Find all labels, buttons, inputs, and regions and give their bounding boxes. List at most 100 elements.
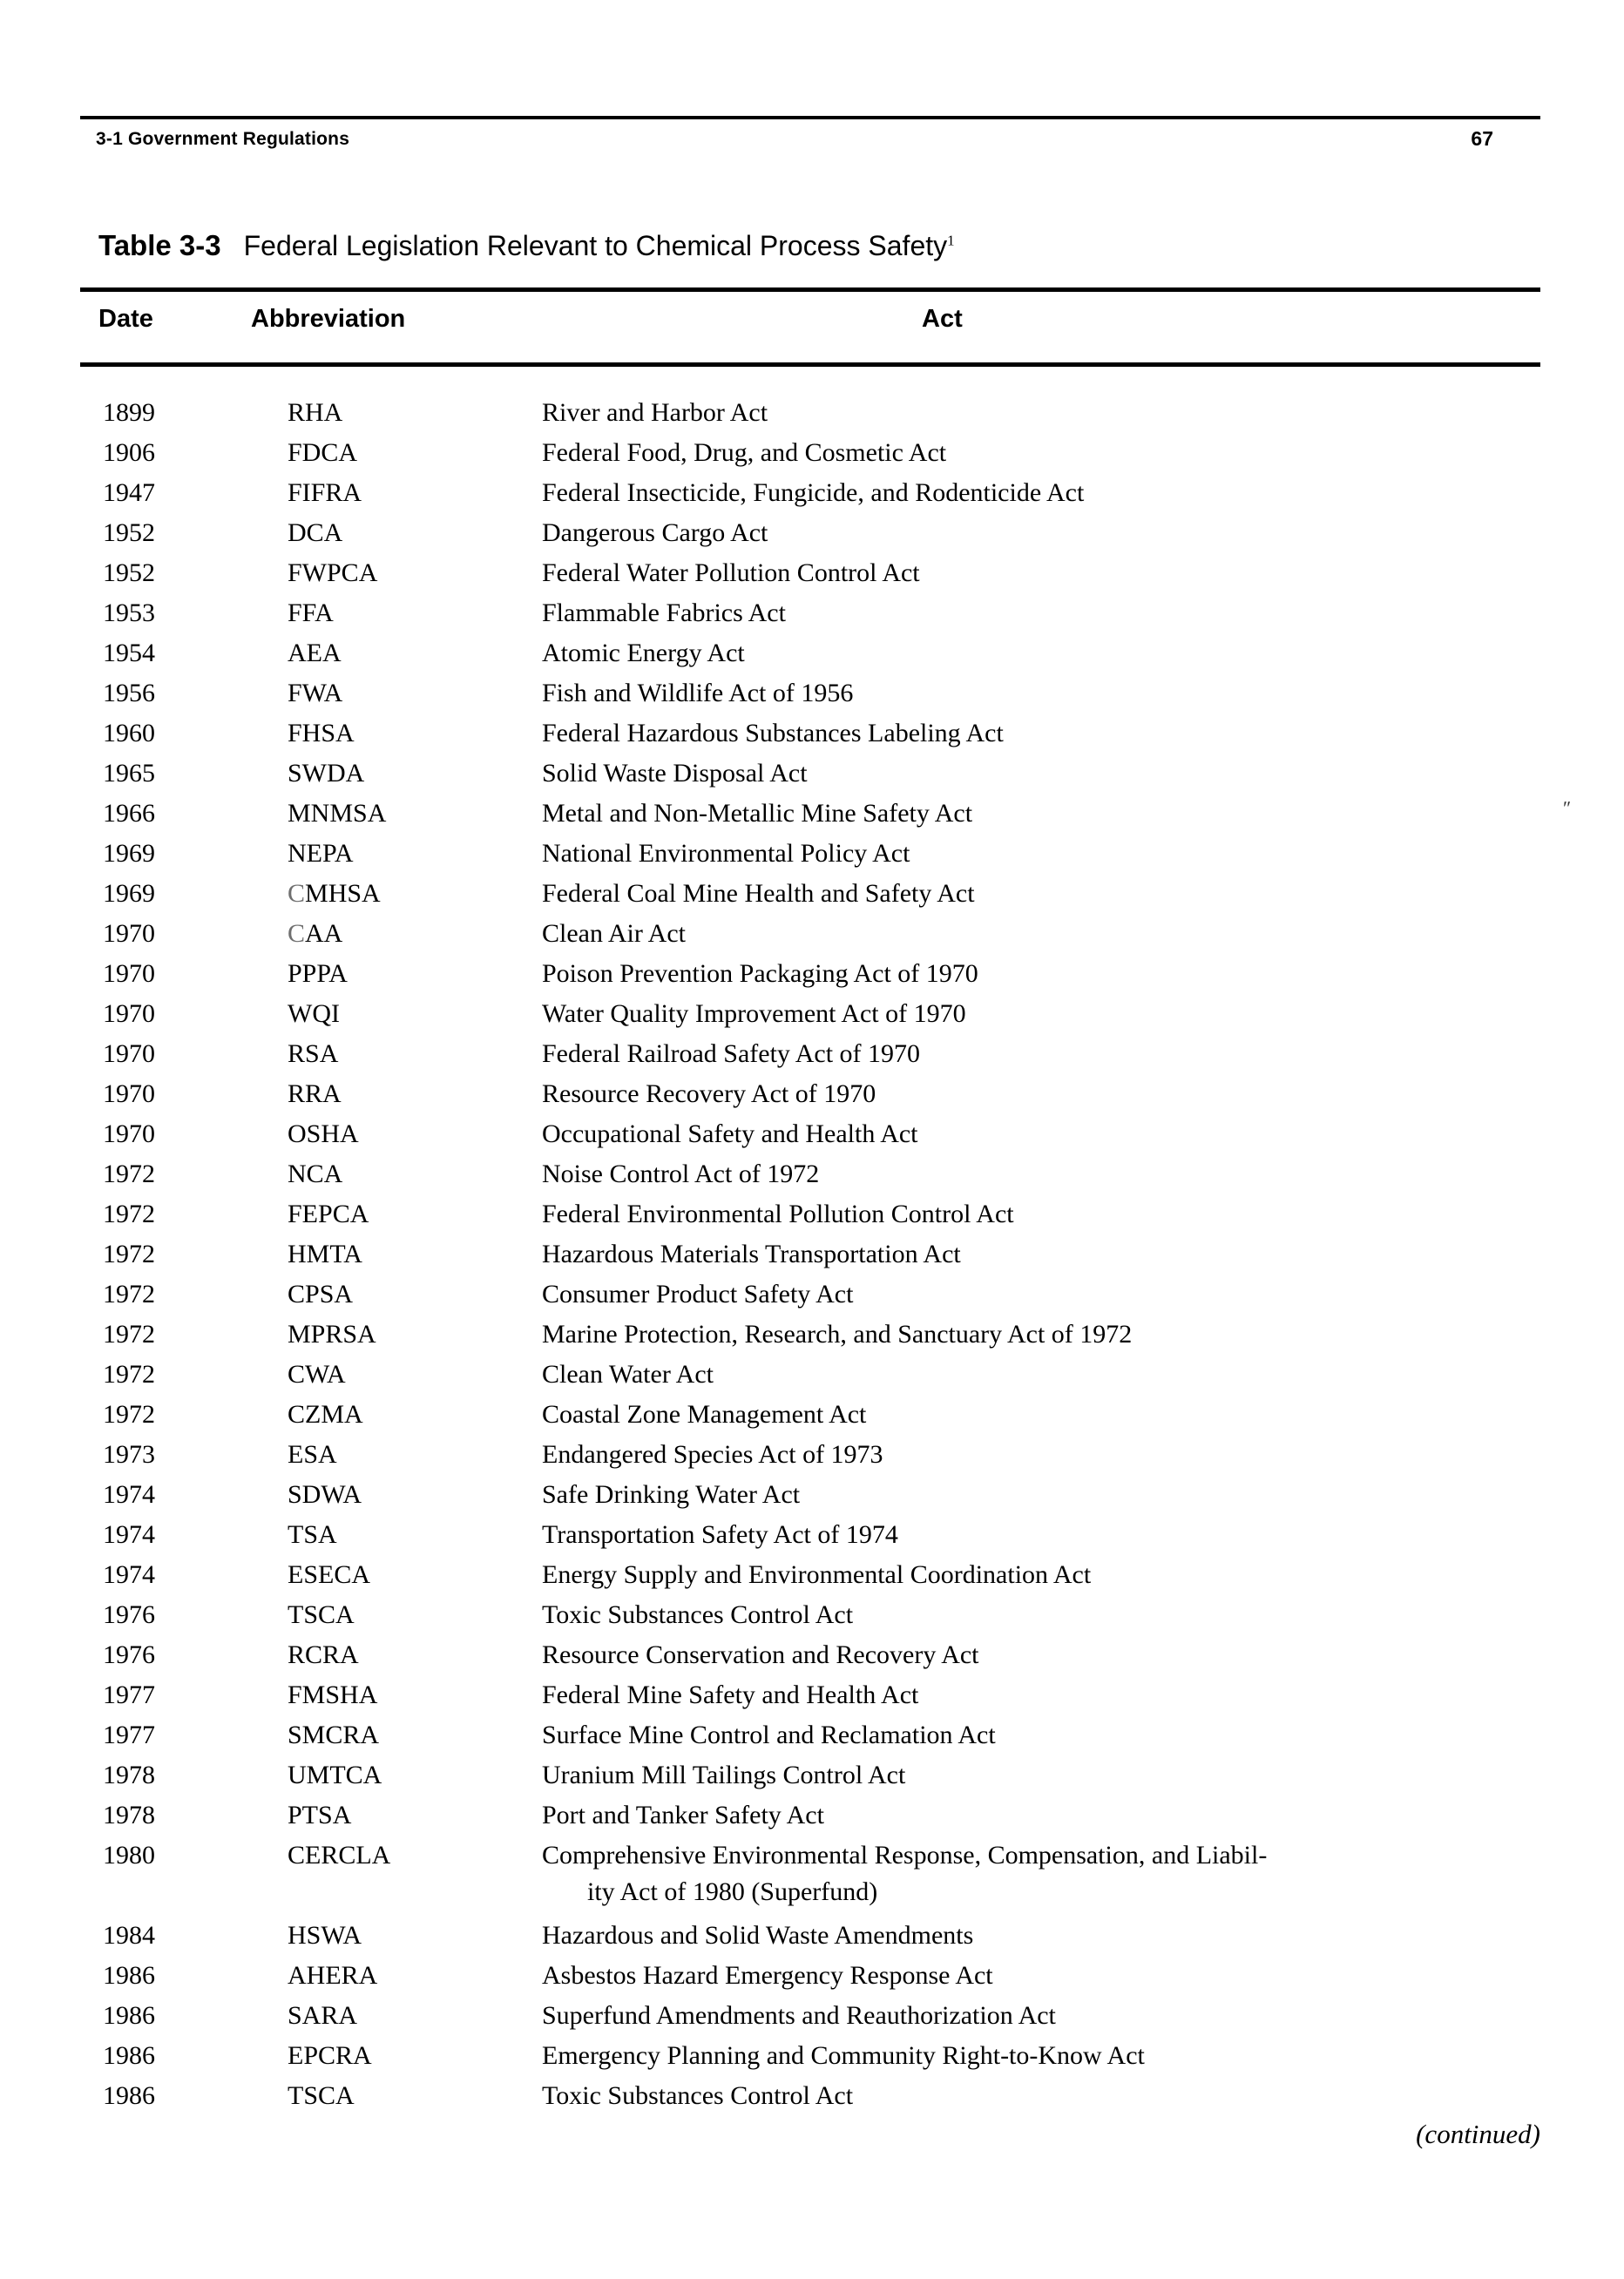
cell-act: National Environmental Policy Act — [542, 835, 1570, 873]
cell-date: 1970 — [103, 1119, 155, 1148]
cell-abbreviation: UMTCA — [288, 1761, 382, 1789]
cell-act-line: Fish and Wildlife Act of 1956 — [542, 679, 854, 707]
cell-abbreviation: RSA — [288, 1039, 339, 1068]
cell-abbreviation: AEA — [288, 639, 342, 667]
cell-date: 1965 — [103, 759, 155, 788]
table-row: 1972 CPSA Consumer Product Safety Act — [0, 1275, 1624, 1315]
cell-act: Federal Water Pollution Control Act — [542, 554, 1570, 592]
cell-act-line: Federal Environmental Pollution Control … — [542, 1200, 1014, 1228]
cell-act: Consumer Product Safety Act — [542, 1275, 1570, 1314]
cell-act: Hazardous Materials Transportation Act — [542, 1235, 1570, 1274]
cell-abbreviation: SWDA — [288, 759, 365, 788]
cell-abbreviation: ESECA — [288, 1560, 371, 1589]
table-title-text: Federal Legislation Relevant to Chemical… — [243, 230, 948, 261]
footnote-marker: 1 — [947, 232, 955, 249]
table-row: 1899 RHA River and Harbor Act — [0, 394, 1624, 434]
cell-abbreviation: SARA — [288, 2001, 358, 2030]
cell-abbreviation: FFA — [288, 598, 334, 627]
table-row: 1956 FWA Fish and Wildlife Act of 1956 — [0, 674, 1624, 714]
table-row: 1974 SDWA Safe Drinking Water Act — [0, 1476, 1624, 1516]
cell-date: 1974 — [103, 1480, 155, 1509]
table-row: 1986 SARA Superfund Amendments and Reautho… — [0, 1997, 1624, 2037]
cell-act-line: Federal Railroad Safety Act of 1970 — [542, 1039, 921, 1068]
running-header: 3-1 Government Regulations 67 — [80, 127, 1540, 164]
cell-date: 1972 — [103, 1200, 155, 1228]
cell-date: 1906 — [103, 438, 155, 467]
header-divider — [80, 116, 1540, 119]
cell-act: Federal Food, Drug, and Cosmetic Act — [542, 434, 1570, 472]
table-row: 1978 PTSA Port and Tanker Safety Act — [0, 1796, 1624, 1836]
cell-act: Federal Hazardous Substances Labeling Ac… — [542, 714, 1570, 753]
cell-act-line: Uranium Mill Tailings Control Act — [542, 1761, 906, 1789]
table-row: 1953 FFA Flammable Fabrics Act — [0, 594, 1624, 634]
cell-act-line: Toxic Substances Control Act — [542, 2081, 854, 2110]
table-row: 1986 EPCRA Emergency Planning and Communit… — [0, 2037, 1624, 2077]
cell-act: Poison Prevention Packaging Act of 1970 — [542, 955, 1570, 993]
cell-act: Flammable Fabrics Act — [542, 594, 1570, 632]
cell-abbreviation: CAA — [288, 919, 343, 948]
cell-act-line: River and Harbor Act — [542, 398, 768, 427]
continued-note: (continued) — [1416, 2119, 1540, 2149]
table-row: 1952 FWPCA Federal Water Pollution Control… — [0, 554, 1624, 594]
cell-date: 1970 — [103, 999, 155, 1028]
table-row: 1976 TSCA Toxic Substances Control Act — [0, 1596, 1624, 1636]
table-row: 1986 AHERA Asbestos Hazard Emergency Respo… — [0, 1957, 1624, 1997]
cell-date: 1986 — [103, 2041, 155, 2070]
cell-act: Metal and Non-Metallic Mine Safety Act ʺ — [542, 795, 1570, 833]
cell-act-line: Safe Drinking Water Act — [542, 1480, 801, 1509]
cell-abbreviation: ESA — [288, 1440, 337, 1469]
cell-act-line: Hazardous Materials Transportation Act — [542, 1240, 961, 1268]
cell-act: Fish and Wildlife Act of 1956 — [542, 674, 1570, 713]
table-column-headers: Date Abbreviation Act — [0, 305, 1624, 348]
cell-date: 1972 — [103, 1240, 155, 1268]
cell-act-line: Flammable Fabrics Act — [542, 598, 786, 627]
cell-abbreviation: PPPA — [288, 959, 348, 988]
cell-date: 1972 — [103, 1320, 155, 1349]
cell-act: Transportation Safety Act of 1974 — [542, 1516, 1570, 1554]
cell-date: 1978 — [103, 1801, 155, 1829]
cell-act: Marine Protection, Research, and Sanctua… — [542, 1315, 1570, 1354]
cell-abbreviation: SMCRA — [288, 1721, 380, 1749]
table-top-rule — [80, 287, 1540, 292]
cell-act: Resource Conservation and Recovery Act — [542, 1636, 1570, 1674]
cell-act: Toxic Substances Control Act — [542, 2077, 1570, 2115]
table-title: Federal Legislation Relevant to Chemical… — [244, 230, 955, 261]
cell-abbreviation: CWA — [288, 1360, 346, 1389]
cell-act-line: Federal Hazardous Substances Labeling Ac… — [542, 719, 1004, 747]
cell-act: Port and Tanker Safety Act — [542, 1796, 1570, 1835]
cell-abbreviation: OSHA — [288, 1119, 359, 1148]
cell-act: Surface Mine Control and Reclamation Act — [542, 1716, 1570, 1755]
cell-date: 1986 — [103, 1961, 155, 1990]
cell-act-line: Asbestos Hazard Emergency Response Act — [542, 1961, 993, 1990]
cell-date: 1972 — [103, 1360, 155, 1389]
cell-abbreviation: MPRSA — [288, 1320, 376, 1349]
table-row: 1960 FHSA Federal Hazardous Substances Lab… — [0, 714, 1624, 754]
table-row: 1972 HMTA Hazardous Materials Transportati… — [0, 1235, 1624, 1275]
table-row: 1952 DCA Dangerous Cargo Act — [0, 514, 1624, 554]
table-row: 1972 NCA Noise Control Act of 1972 — [0, 1155, 1624, 1195]
cell-abbreviation: WQI — [288, 999, 340, 1028]
table-row: 1966 MNMSA Metal and Non-Metallic Mine Saf… — [0, 795, 1624, 835]
column-header-date: Date — [98, 305, 153, 333]
cell-abbreviation: NEPA — [288, 839, 354, 868]
cell-abbreviation: RCRA — [288, 1640, 359, 1669]
cell-abbreviation: CPSA — [288, 1280, 354, 1309]
cell-date: 1986 — [103, 2081, 155, 2110]
cell-date: 1969 — [103, 879, 155, 908]
cell-act: Dangerous Cargo Act — [542, 514, 1570, 552]
cell-date: 1970 — [103, 959, 155, 988]
cell-abbreviation: FEPCA — [288, 1200, 369, 1228]
cell-act-continuation: ity Act of 1980 (Superfund) — [587, 1877, 878, 1906]
cell-abbreviation: NCA — [288, 1160, 343, 1188]
table-row: 1976 RCRA Resource Conservation and Recove… — [0, 1636, 1624, 1676]
table-row: 1974 TSA Transportation Safety Act of 1974 — [0, 1516, 1624, 1556]
cell-act-line: Coastal Zone Management Act — [542, 1400, 867, 1429]
cell-act-line: National Environmental Policy Act — [542, 839, 910, 868]
cell-abbreviation: CERCLA — [288, 1841, 391, 1870]
table-row: 1954 AEA Atomic Energy Act — [0, 634, 1624, 674]
cell-date: 1952 — [103, 518, 155, 547]
cell-act: Uranium Mill Tailings Control Act — [542, 1756, 1570, 1795]
cell-date: 1954 — [103, 639, 155, 667]
table-row: 1973 ESA Endangered Species Act of 1973 — [0, 1436, 1624, 1476]
cell-date: 1978 — [103, 1761, 155, 1789]
